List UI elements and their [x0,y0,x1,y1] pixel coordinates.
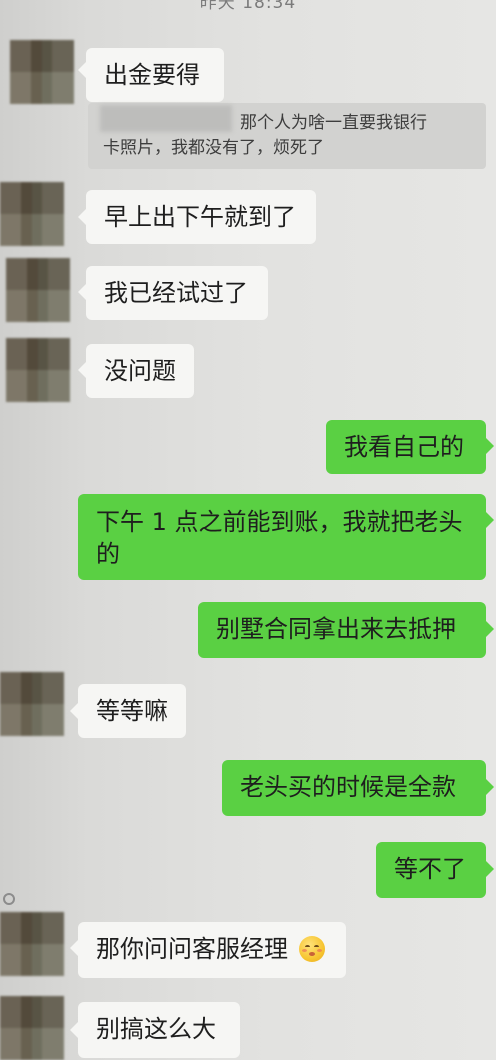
message-bubble[interactable]: 别墅合同拿出来去抵押 [198,602,486,658]
contact-avatar[interactable] [0,996,64,1060]
contact-avatar[interactable] [0,672,64,736]
bubble-tail [486,861,494,877]
message-bubble[interactable]: 我看自己的 [326,420,486,474]
bubble-tail [486,512,494,528]
redacted-name [100,105,232,132]
bubble-tail [78,362,86,378]
message-text: 别墅合同拿出来去抵押 [216,615,456,643]
message-text: 我看自己的 [344,433,464,461]
message-text: 早上出下午就到了 [104,203,296,231]
contact-avatar[interactable] [10,40,74,104]
bubble-tail [70,940,78,956]
message-text: 别搞这么大 [96,1015,216,1043]
message-text: 老头买的时候是全款 [240,773,456,801]
message-text: 那你问问客服经理 [96,935,288,963]
bubble-tail [486,438,494,454]
bubble-tail [486,621,494,637]
bubble-tail [78,209,86,225]
message-text: 下午 1 点之前能到账，我就把老头 [96,508,463,536]
message-bubble[interactable]: 没问题 [86,344,194,398]
message-text: 没问题 [104,357,176,385]
bubble-tail [486,779,494,795]
message-text: 等不了 [394,855,466,883]
pouting-kiss-emoji-icon [299,936,325,962]
message-bubble[interactable]: 下午 1 点之前能到账，我就把老头 的 [78,494,486,580]
message-bubble[interactable]: 出金要得 [86,48,224,102]
bubble-tail [78,284,86,300]
message-text: 出金要得 [104,61,200,89]
contact-avatar[interactable] [0,182,64,246]
status-dot-icon [3,893,15,905]
bubble-tail [70,703,78,719]
quoted-text: 卡照片，我都没有了，烦死了 [103,138,324,158]
message-text: 的 [96,540,120,568]
message-text: 我已经试过了 [104,279,248,307]
contact-avatar[interactable] [0,912,64,976]
bubble-tail [78,62,86,78]
message-bubble[interactable]: 等等嘛 [78,684,186,738]
bubble-tail [70,1022,78,1038]
message-bubble[interactable]: 我已经试过了 [86,266,268,320]
contact-avatar[interactable] [6,338,70,402]
message-bubble[interactable]: 别搞这么大 [78,1002,240,1058]
contact-avatar[interactable] [6,258,70,322]
message-text: 等等嘛 [96,697,168,725]
message-bubble[interactable]: 等不了 [376,842,486,898]
message-bubble[interactable]: 早上出下午就到了 [86,190,316,244]
message-bubble[interactable]: 老头买的时候是全款 [222,760,486,816]
status-time: 昨天 18:34 [199,0,297,13]
